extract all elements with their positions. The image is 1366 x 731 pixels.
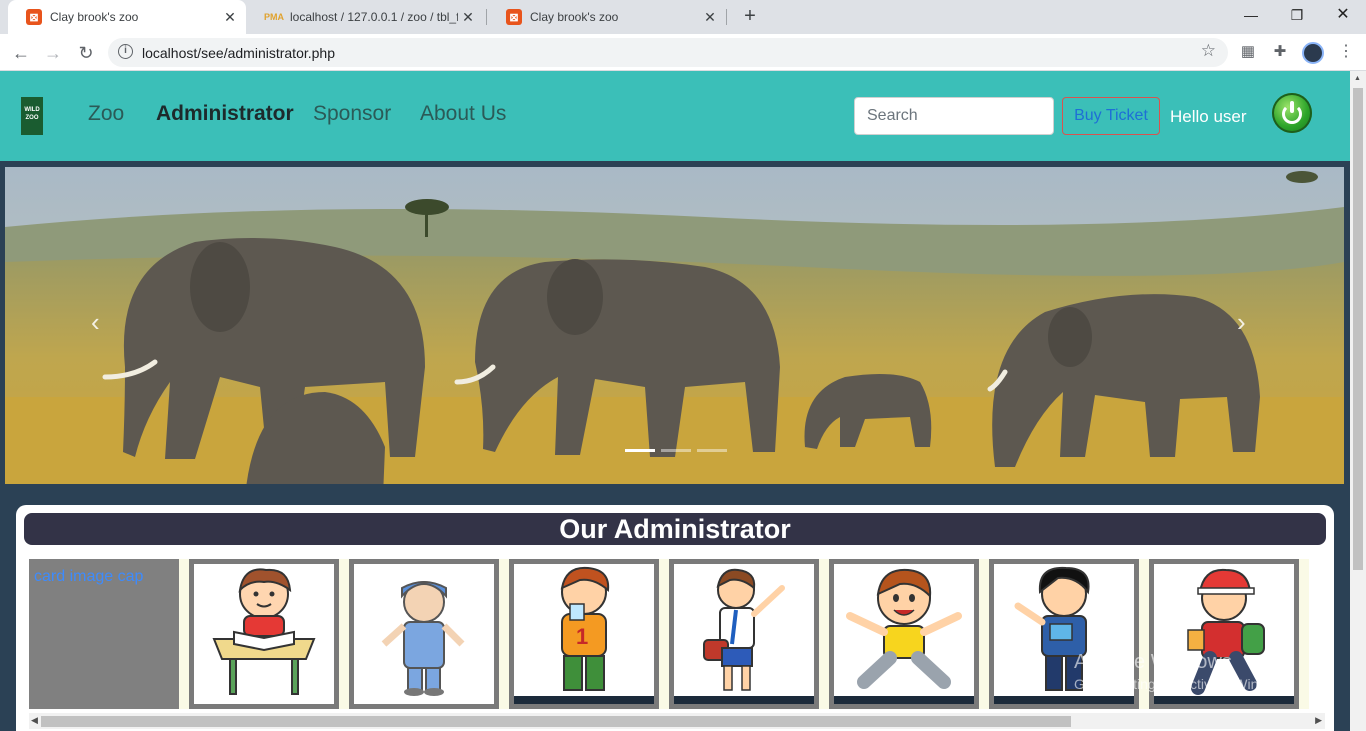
boy-reading-at-desk-image [212, 568, 316, 695]
address-bar[interactable]: i localhost/see/administrator.php ☆ [108, 38, 1228, 67]
minimize-icon[interactable]: — [1228, 0, 1274, 30]
carousel-indicator[interactable] [697, 449, 727, 452]
tab-title: localhost / 127.0.0.1 / zoo / tbl_fi [290, 10, 458, 24]
restore-icon[interactable]: ❐ [1274, 0, 1320, 30]
boy-in-overalls-image [381, 581, 465, 696]
new-tab-icon[interactable]: + [738, 4, 762, 28]
tab-separator [486, 9, 487, 25]
vertical-scroll-thumb[interactable] [1353, 88, 1363, 570]
close-tab-icon[interactable]: ✕ [220, 9, 240, 26]
nav-zoo[interactable]: Zoo [88, 102, 124, 126]
hero-carousel: ‹ › [5, 167, 1344, 484]
search-input[interactable] [854, 97, 1054, 135]
svg-text:1: 1 [576, 624, 588, 649]
scroll-left-icon[interactable]: ◀ [31, 715, 38, 726]
bookmark-star-icon[interactable]: ☆ [1201, 41, 1216, 61]
power-logout-icon[interactable] [1272, 93, 1312, 133]
profile-avatar[interactable] [1302, 42, 1324, 64]
scroll-up-icon[interactable]: ▲ [1354, 75, 1361, 82]
site-info-icon[interactable]: i [118, 44, 133, 59]
admin-card[interactable]: 1 [509, 559, 659, 709]
admin-card[interactable] [349, 559, 499, 709]
boy-drinking-water-image: 1 [514, 566, 654, 704]
browser-tab[interactable]: PMA localhost / 127.0.0.1 / zoo / tbl_fi… [248, 0, 484, 34]
carousel-indicators [625, 449, 727, 452]
site-navbar: WILD ZOO Zoo Administrator Sponsor About … [0, 71, 1350, 161]
browser-tab[interactable]: ⊠ Clay brook's zoo ✕ [8, 0, 246, 34]
watermark-title: Activate Windows [1074, 651, 1232, 673]
carousel-indicator[interactable] [625, 449, 655, 452]
schoolboy-waving-image [674, 568, 814, 704]
vertical-scrollbar[interactable]: ▲ [1350, 71, 1366, 731]
carousel-prev-icon[interactable]: ‹ [91, 307, 100, 338]
url-text: localhost/see/administrator.php [142, 45, 335, 61]
close-window-icon[interactable]: ✕ [1320, 0, 1366, 30]
more-menu-icon[interactable]: ⋮ [1336, 42, 1356, 62]
browser-tab[interactable]: ⊠ Clay brook's zoo ✕ [488, 0, 726, 34]
xampp-icon: ⊠ [26, 9, 42, 25]
zoo-logo[interactable]: WILD ZOO [21, 97, 43, 135]
admin-card[interactable] [669, 559, 819, 709]
section-title: Our Administrator [24, 513, 1326, 545]
boy-jumping-image [834, 568, 974, 704]
nav-about-us[interactable]: About Us [420, 102, 506, 126]
administrator-section: Our Administrator card image cap 1 [16, 505, 1334, 731]
nav-sponsor[interactable]: Sponsor [313, 102, 391, 126]
close-tab-icon[interactable]: ✕ [458, 9, 478, 26]
elephants-savanna-image [5, 167, 1344, 484]
admin-card[interactable] [829, 559, 979, 709]
carousel-indicator[interactable] [661, 449, 691, 452]
close-tab-icon[interactable]: ✕ [700, 9, 720, 26]
buy-ticket-button[interactable]: Buy Ticket [1062, 97, 1160, 135]
admin-card[interactable]: card image cap [29, 559, 179, 709]
reload-icon[interactable]: ↻ [73, 40, 99, 66]
phpmyadmin-icon: PMA [264, 12, 284, 22]
user-greeting: Hello user [1170, 107, 1247, 126]
scroll-right-icon[interactable]: ▶ [1315, 715, 1322, 726]
tab-title: Clay brook's zoo [530, 10, 619, 24]
card-image-alt-text: card image cap [34, 568, 144, 585]
watermark-subtitle: Go to Settings to activate Windows. [1074, 676, 1295, 692]
forward-icon[interactable]: → [40, 40, 66, 66]
horizontal-scrollbar[interactable]: ◀ ▶ [29, 713, 1325, 729]
back-icon[interactable]: ← [8, 40, 34, 66]
windows-activation-watermark: Activate Windows Go to Settings to activ… [1074, 651, 1295, 695]
apps-grid-icon[interactable]: ▦ [1238, 42, 1258, 62]
nav-administrator[interactable]: Administrator [156, 102, 294, 126]
xampp-icon: ⊠ [506, 9, 522, 25]
admin-card[interactable] [189, 559, 339, 709]
carousel-next-icon[interactable]: › [1237, 307, 1246, 338]
extensions-puzzle-icon[interactable]: ✚ [1270, 42, 1290, 62]
tab-title: Clay brook's zoo [50, 10, 139, 24]
tab-separator [726, 9, 727, 25]
horizontal-scroll-thumb[interactable] [41, 716, 1071, 727]
browser-tab-strip: ⊠ Clay brook's zoo ✕ PMA localhost / 127… [0, 0, 1366, 34]
browser-toolbar: ← → ↻ i localhost/see/administrator.php … [0, 34, 1366, 71]
page-viewport: WILD ZOO Zoo Administrator Sponsor About … [0, 71, 1350, 731]
